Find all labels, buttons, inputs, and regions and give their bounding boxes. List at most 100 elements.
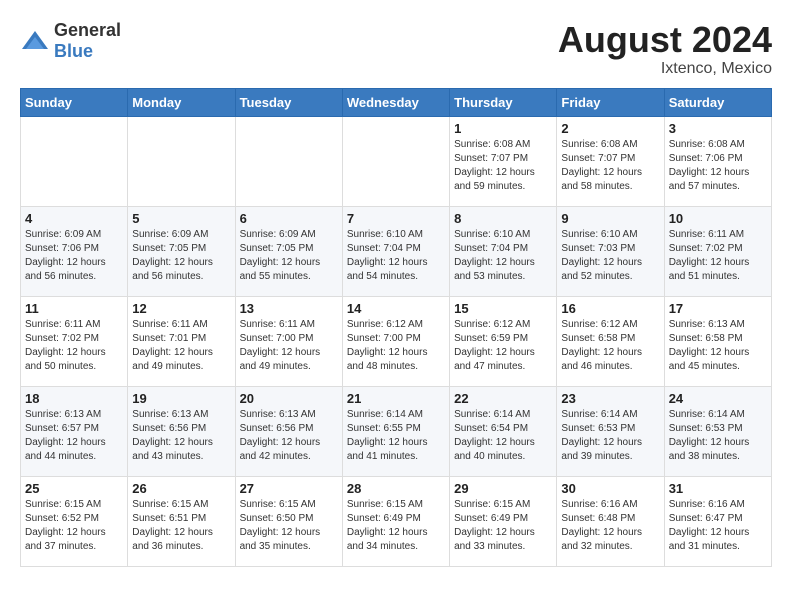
day-number: 9 [561,211,659,226]
calendar-cell: 8 Sunrise: 6:10 AM Sunset: 7:04 PM Daylig… [450,206,557,296]
cell-content: Sunrise: 6:16 AM Sunset: 6:47 PM Dayligh… [669,498,767,554]
calendar-cell: 20 Sunrise: 6:13 AM Sunset: 6:56 PM Dayli… [235,386,342,476]
month-year: August 2024 [558,20,772,60]
cell-content: Sunrise: 6:08 AM Sunset: 7:07 PM Dayligh… [454,138,552,194]
cell-content: Sunrise: 6:15 AM Sunset: 6:49 PM Dayligh… [454,498,552,554]
cell-content: Sunrise: 6:11 AM Sunset: 7:02 PM Dayligh… [669,228,767,284]
calendar-cell: 15 Sunrise: 6:12 AM Sunset: 6:59 PM Dayli… [450,296,557,386]
cell-content: Sunrise: 6:13 AM Sunset: 6:56 PM Dayligh… [240,408,338,464]
calendar-cell: 18Sunrise: 6:13 AM Sunset: 6:57 PM Dayli… [21,386,128,476]
calendar-cell: 17Sunrise: 6:13 AM Sunset: 6:58 PM Dayli… [664,296,771,386]
calendar-cell: 27 Sunrise: 6:15 AM Sunset: 6:50 PM Dayli… [235,476,342,566]
calendar-cell: 31 Sunrise: 6:16 AM Sunset: 6:47 PM Dayli… [664,476,771,566]
cell-content: Sunrise: 6:12 AM Sunset: 6:59 PM Dayligh… [454,318,552,374]
calendar-cell: 12 Sunrise: 6:11 AM Sunset: 7:01 PM Dayli… [128,296,235,386]
header-wednesday: Wednesday [342,88,449,116]
logo-blue: Blue [54,41,93,61]
cell-content: Sunrise: 6:10 AM Sunset: 7:03 PM Dayligh… [561,228,659,284]
header-sunday: Sunday [21,88,128,116]
calendar-week-1: 1Sunrise: 6:08 AM Sunset: 7:07 PM Daylig… [21,116,772,206]
cell-content: Sunrise: 6:14 AM Sunset: 6:54 PM Dayligh… [454,408,552,464]
calendar-cell: 4Sunrise: 6:09 AM Sunset: 7:06 PM Daylig… [21,206,128,296]
header-saturday: Saturday [664,88,771,116]
day-number: 20 [240,391,338,406]
day-number: 23 [561,391,659,406]
calendar-cell: 19 Sunrise: 6:13 AM Sunset: 6:56 PM Dayli… [128,386,235,476]
calendar-cell: 24Sunrise: 6:14 AM Sunset: 6:53 PM Dayli… [664,386,771,476]
day-number: 24 [669,391,767,406]
title-section: August 2024 Ixtenco, Mexico [558,20,772,78]
calendar-cell: 30 Sunrise: 6:16 AM Sunset: 6:48 PM Dayli… [557,476,664,566]
cell-content: Sunrise: 6:11 AM Sunset: 7:02 PM Dayligh… [25,318,123,374]
cell-content: Sunrise: 6:14 AM Sunset: 6:53 PM Dayligh… [561,408,659,464]
day-number: 15 [454,301,552,316]
day-number: 7 [347,211,445,226]
calendar-week-4: 18Sunrise: 6:13 AM Sunset: 6:57 PM Dayli… [21,386,772,476]
day-number: 16 [561,301,659,316]
day-number: 28 [347,481,445,496]
cell-content: Sunrise: 6:16 AM Sunset: 6:48 PM Dayligh… [561,498,659,554]
weekday-header-row: Sunday Monday Tuesday Wednesday Thursday… [21,88,772,116]
calendar-cell: 7 Sunrise: 6:10 AM Sunset: 7:04 PM Daylig… [342,206,449,296]
logo: General Blue [20,20,121,62]
day-number: 22 [454,391,552,406]
day-number: 4 [25,211,123,226]
location: Ixtenco, Mexico [558,60,772,78]
day-number: 21 [347,391,445,406]
header-monday: Monday [128,88,235,116]
cell-content: Sunrise: 6:08 AM Sunset: 7:07 PM Dayligh… [561,138,659,194]
day-number: 31 [669,481,767,496]
calendar-cell: 13 Sunrise: 6:11 AM Sunset: 7:00 PM Dayli… [235,296,342,386]
cell-content: Sunrise: 6:15 AM Sunset: 6:50 PM Dayligh… [240,498,338,554]
day-number: 2 [561,121,659,136]
cell-content: Sunrise: 6:11 AM Sunset: 7:01 PM Dayligh… [132,318,230,374]
cell-content: Sunrise: 6:15 AM Sunset: 6:49 PM Dayligh… [347,498,445,554]
day-number: 30 [561,481,659,496]
calendar-table: Sunday Monday Tuesday Wednesday Thursday… [20,88,772,567]
calendar-cell: 25 Sunrise: 6:15 AM Sunset: 6:52 PM Dayli… [21,476,128,566]
calendar-cell [342,116,449,206]
day-number: 25 [25,481,123,496]
cell-content: Sunrise: 6:10 AM Sunset: 7:04 PM Dayligh… [454,228,552,284]
calendar-cell: 14 Sunrise: 6:12 AM Sunset: 7:00 PM Dayli… [342,296,449,386]
day-number: 17 [669,301,767,316]
cell-content: Sunrise: 6:12 AM Sunset: 7:00 PM Dayligh… [347,318,445,374]
calendar-cell: 10Sunrise: 6:11 AM Sunset: 7:02 PM Dayli… [664,206,771,296]
day-number: 12 [132,301,230,316]
day-number: 8 [454,211,552,226]
day-number: 29 [454,481,552,496]
day-number: 13 [240,301,338,316]
day-number: 14 [347,301,445,316]
cell-content: Sunrise: 6:10 AM Sunset: 7:04 PM Dayligh… [347,228,445,284]
header-friday: Friday [557,88,664,116]
calendar-cell: 6Sunrise: 6:09 AM Sunset: 7:05 PM Daylig… [235,206,342,296]
cell-content: Sunrise: 6:15 AM Sunset: 6:52 PM Dayligh… [25,498,123,554]
cell-content: Sunrise: 6:08 AM Sunset: 7:06 PM Dayligh… [669,138,767,194]
calendar-cell [21,116,128,206]
calendar-cell: 5Sunrise: 6:09 AM Sunset: 7:05 PM Daylig… [128,206,235,296]
calendar-cell: 29 Sunrise: 6:15 AM Sunset: 6:49 PM Dayli… [450,476,557,566]
day-number: 18 [25,391,123,406]
cell-content: Sunrise: 6:09 AM Sunset: 7:05 PM Dayligh… [240,228,338,284]
day-number: 19 [132,391,230,406]
calendar-cell [235,116,342,206]
calendar-week-3: 11Sunrise: 6:11 AM Sunset: 7:02 PM Dayli… [21,296,772,386]
day-number: 3 [669,121,767,136]
logo-text: General Blue [54,20,121,62]
cell-content: Sunrise: 6:11 AM Sunset: 7:00 PM Dayligh… [240,318,338,374]
calendar-week-2: 4Sunrise: 6:09 AM Sunset: 7:06 PM Daylig… [21,206,772,296]
cell-content: Sunrise: 6:13 AM Sunset: 6:56 PM Dayligh… [132,408,230,464]
calendar-cell: 26Sunrise: 6:15 AM Sunset: 6:51 PM Dayli… [128,476,235,566]
calendar-cell: 1Sunrise: 6:08 AM Sunset: 7:07 PM Daylig… [450,116,557,206]
calendar-week-5: 25 Sunrise: 6:15 AM Sunset: 6:52 PM Dayli… [21,476,772,566]
calendar-cell: 23 Sunrise: 6:14 AM Sunset: 6:53 PM Dayli… [557,386,664,476]
calendar-header: Sunday Monday Tuesday Wednesday Thursday… [21,88,772,116]
logo-general: General [54,20,121,40]
cell-content: Sunrise: 6:15 AM Sunset: 6:51 PM Dayligh… [132,498,230,554]
day-number: 27 [240,481,338,496]
calendar-cell: 28 Sunrise: 6:15 AM Sunset: 6:49 PM Dayli… [342,476,449,566]
calendar-cell: 22 Sunrise: 6:14 AM Sunset: 6:54 PM Dayli… [450,386,557,476]
header-tuesday: Tuesday [235,88,342,116]
header: General Blue August 2024 Ixtenco, Mexico [20,20,772,78]
cell-content: Sunrise: 6:09 AM Sunset: 7:05 PM Dayligh… [132,228,230,284]
